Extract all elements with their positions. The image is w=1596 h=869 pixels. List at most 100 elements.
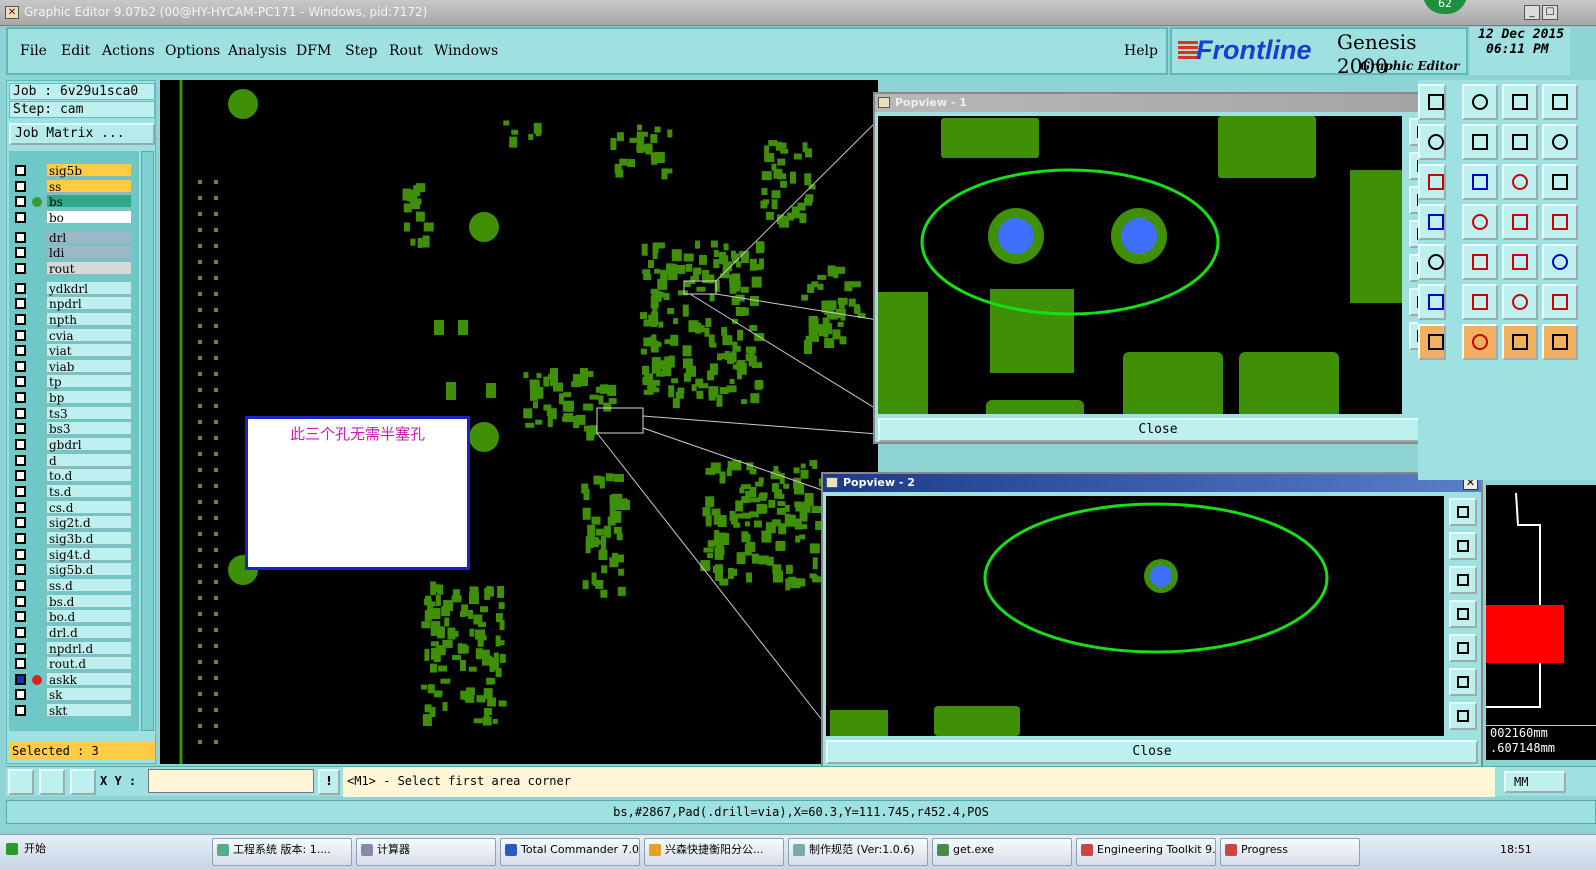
layer-row[interactable]: npth	[9, 311, 139, 327]
text-bold-icon[interactable]	[1502, 284, 1538, 320]
layer-row[interactable]: bs3	[9, 421, 139, 436]
top-view-icon[interactable]	[1462, 84, 1498, 120]
menu-actions[interactable]: Actions	[102, 43, 155, 59]
layer-name[interactable]: npdrl	[46, 296, 132, 311]
text-icon[interactable]	[1462, 284, 1498, 320]
arrow-left-icon[interactable]	[1502, 244, 1538, 280]
popview-2-titlebar[interactable]: Popview - 2 ✕	[823, 474, 1481, 492]
grid-toggle-icon[interactable]	[1542, 124, 1578, 160]
layer-row[interactable]: npdrl.d	[9, 640, 139, 656]
taskbar-item[interactable]: Progress	[1220, 838, 1360, 866]
layer-name[interactable]: viat	[46, 343, 132, 358]
layer-name[interactable]: bs3	[46, 421, 132, 436]
layer-name[interactable]: drl	[46, 229, 132, 245]
layer-checkbox[interactable]	[15, 231, 26, 243]
fill-icon[interactable]	[1462, 244, 1498, 280]
layer-row[interactable]: drl	[9, 229, 139, 245]
unit-selector[interactable]: MM	[1504, 771, 1566, 793]
layer-name[interactable]: npth	[46, 311, 132, 327]
layer-name[interactable]: d	[46, 452, 132, 468]
layer-checkbox[interactable]	[15, 517, 26, 529]
layer-checkbox[interactable]	[15, 262, 26, 274]
zoom-home-icon[interactable]	[1418, 84, 1446, 120]
layer-name[interactable]: sig2t.d	[46, 515, 132, 530]
layer-row[interactable]: sk	[9, 687, 139, 702]
layer-checkbox[interactable]	[15, 392, 26, 404]
layer-checkbox[interactable]	[15, 247, 26, 259]
pointer-select-icon[interactable]	[1462, 324, 1498, 360]
menu-help[interactable]: Help	[1124, 43, 1158, 59]
layer-row[interactable]: ldi	[9, 245, 139, 260]
layer-checkbox[interactable]	[15, 180, 26, 192]
snap-icon[interactable]	[1462, 164, 1498, 200]
layer-row[interactable]: bs.d	[9, 593, 139, 609]
layer-row[interactable]: rout	[9, 260, 139, 276]
layer-name[interactable]: sig4t.d	[46, 546, 132, 562]
layer-row[interactable]: sig4t.d	[9, 546, 139, 562]
layer-name[interactable]: skt	[46, 703, 132, 718]
popview-2-zoom-out-button[interactable]	[1449, 668, 1477, 696]
layer-row[interactable]: cvia	[9, 327, 139, 343]
pointer-route-icon[interactable]	[1542, 324, 1578, 360]
layer-checkbox[interactable]	[15, 439, 26, 451]
layer-row[interactable]: tp	[9, 374, 139, 389]
layer-name[interactable]: ts.d	[46, 484, 132, 499]
layer-name[interactable]: sig5b.d	[46, 562, 132, 577]
grid-icon[interactable]	[70, 769, 96, 795]
layer-list-scrollbar[interactable]	[141, 151, 154, 731]
taskbar-item[interactable]: 兴森快捷衡阳分公...	[644, 838, 784, 866]
layer-name[interactable]: cs.d	[46, 499, 132, 515]
job-matrix-button[interactable]: Job Matrix ...	[9, 123, 155, 145]
layer-row[interactable]: sig3b.d	[9, 530, 139, 546]
layer-checkbox[interactable]	[15, 626, 26, 638]
snap-icon[interactable]	[8, 769, 34, 795]
popview-1-canvas[interactable]	[878, 116, 1402, 414]
move-icon[interactable]	[1542, 244, 1578, 280]
layer-name[interactable]: bs	[46, 194, 132, 209]
menu-analysis[interactable]: Analysis	[228, 43, 287, 59]
layer-name[interactable]: cvia	[46, 327, 132, 343]
layer-name[interactable]: bo.d	[46, 609, 132, 624]
one-to-one-icon[interactable]	[1462, 124, 1498, 160]
layer-name[interactable]: bs.d	[46, 593, 132, 609]
popview-1-close-button[interactable]: Close	[878, 418, 1438, 442]
layer-row[interactable]: bo	[9, 209, 139, 225]
layer-row[interactable]: ts.d	[9, 484, 139, 499]
popview-2-pan-down-button[interactable]	[1449, 566, 1477, 594]
layer-name[interactable]: to.d	[46, 468, 132, 483]
layer-select-icon[interactable]	[1418, 164, 1446, 200]
popview-2-window[interactable]: Popview - 2 ✕ Close	[821, 472, 1483, 768]
zoom-area-icon[interactable]	[1542, 84, 1578, 120]
window-title-bar[interactable]: ✕ Graphic Editor 9.07b2 (00@HY-HYCAM-PC1…	[0, 0, 1596, 26]
layer-name[interactable]: ss	[46, 178, 132, 194]
menu-rout[interactable]: Rout	[389, 43, 423, 59]
layer-name[interactable]: ss.d	[46, 577, 132, 593]
layer-row[interactable]: bo.d	[9, 609, 139, 624]
node-icon[interactable]	[1502, 204, 1538, 240]
layer-checkbox[interactable]	[15, 486, 26, 497]
maximize-button[interactable]: ☐	[1542, 5, 1558, 20]
layer-checkbox[interactable]	[15, 282, 26, 294]
taskbar-item[interactable]: 工程系统 版本: 1....	[212, 838, 352, 866]
layer-checkbox[interactable]	[15, 360, 26, 372]
layer-name[interactable]: sig5b	[46, 163, 132, 178]
copy-icon[interactable]	[1418, 284, 1446, 320]
pointer-icon[interactable]	[1418, 324, 1446, 360]
popview-2-pan-up-button[interactable]	[1449, 532, 1477, 560]
layer-checkbox[interactable]	[15, 313, 26, 325]
layer-checkbox[interactable]	[15, 548, 26, 560]
layer-checkbox[interactable]	[15, 689, 26, 701]
layer-checkbox[interactable]	[15, 454, 26, 466]
layer-checkbox[interactable]	[15, 658, 26, 670]
layer-name[interactable]: rout	[46, 260, 132, 276]
layer-row[interactable]: d	[9, 452, 139, 468]
draw-icon[interactable]	[1502, 164, 1538, 200]
popview-2-zoom-fit-button[interactable]	[1449, 498, 1477, 526]
layer-row[interactable]: askk	[9, 671, 139, 687]
measure-icon[interactable]	[1542, 164, 1578, 200]
layer-checkbox[interactable]	[15, 298, 26, 310]
layer-name[interactable]: sig3b.d	[46, 530, 132, 546]
layer-checkbox[interactable]	[15, 196, 26, 208]
layer-checkbox[interactable]	[15, 407, 26, 419]
layer-checkbox[interactable]	[15, 211, 26, 223]
